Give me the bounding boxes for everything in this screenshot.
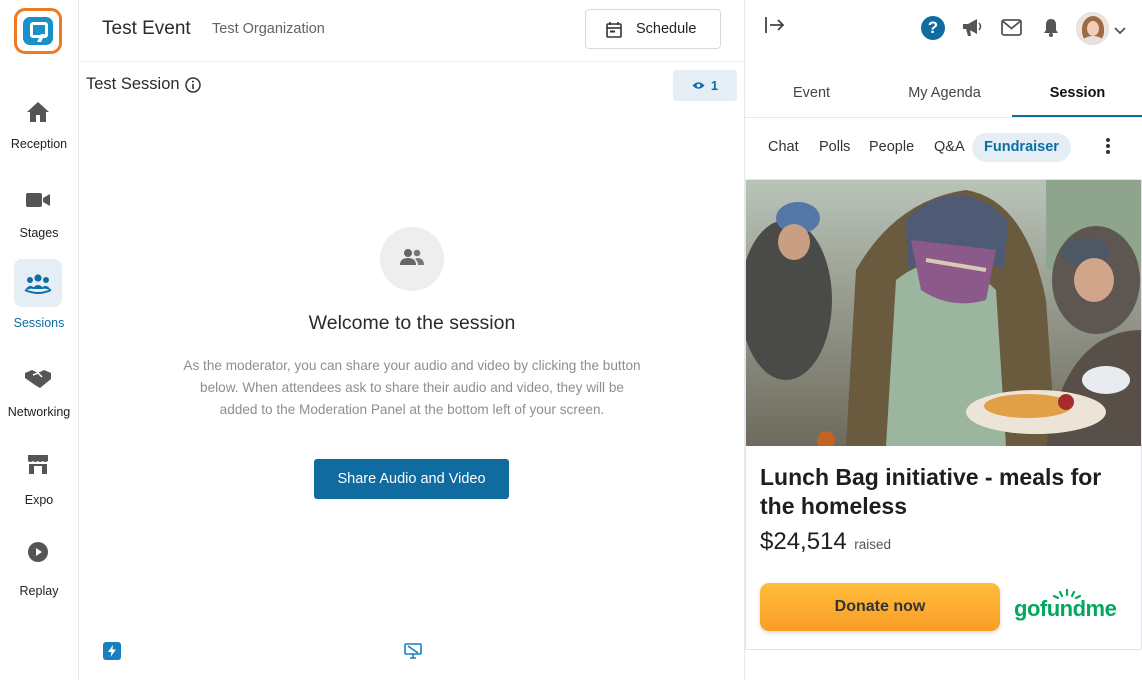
nav-item-stages[interactable]: Stages <box>0 176 78 246</box>
subtab-fundraiser[interactable]: Fundraiser <box>972 133 1071 162</box>
help-icon[interactable]: ? <box>921 16 945 40</box>
event-title: Test Event <box>102 18 191 39</box>
screen-share-icon[interactable] <box>404 643 422 664</box>
eye-icon <box>692 78 705 93</box>
tab-event[interactable]: Event <box>745 76 878 118</box>
left-navigation: Reception Stages Sessions Networking Exp… <box>0 0 79 680</box>
subtab-chat[interactable]: Chat <box>768 133 799 162</box>
collapse-panel-icon[interactable] <box>765 16 785 39</box>
group-icon <box>14 259 62 307</box>
raised-label: raised <box>854 537 891 552</box>
subtab-people[interactable]: People <box>869 133 914 162</box>
nav-label: Sessions <box>13 316 65 330</box>
nav-label: Reception <box>10 137 68 151</box>
raised-summary: $24,514 raised <box>760 528 891 556</box>
organization-name[interactable]: Test Organization <box>212 21 325 37</box>
more-vertical-icon[interactable] <box>1105 137 1111 160</box>
right-panel: ? Event My Agenda Session Chat Polls Peo… <box>744 0 1142 680</box>
lightning-icon[interactable] <box>103 642 121 660</box>
nav-label: Replay <box>19 584 59 598</box>
fundraiser-title: Lunch Bag initiative - meals for the hom… <box>760 464 1102 519</box>
subtab-polls[interactable]: Polls <box>819 133 850 162</box>
tab-my-agenda[interactable]: My Agenda <box>878 76 1011 118</box>
subtab-qa[interactable]: Q&A <box>934 133 965 162</box>
share-audio-video-button[interactable]: Share Audio and Video <box>314 459 509 499</box>
nav-item-reception[interactable]: Reception <box>0 88 78 158</box>
nav-item-sessions[interactable]: Sessions <box>0 259 78 334</box>
viewer-count: 1 <box>710 78 719 93</box>
nav-label: Networking <box>7 405 71 419</box>
play-circle-icon <box>14 528 62 576</box>
tabs-divider <box>745 117 1142 118</box>
people-placeholder <box>380 227 444 291</box>
app-logo[interactable] <box>14 8 62 54</box>
event-header: Test Event Test Organization Schedule <box>80 0 744 62</box>
nav-item-replay[interactable]: Replay <box>0 528 78 600</box>
fundraiser-photo <box>746 180 1141 449</box>
fundraiser-card: Lunch Bag initiative - meals for the hom… <box>745 179 1142 650</box>
chevron-down-icon[interactable] <box>1114 22 1126 40</box>
calendar-icon <box>606 21 622 42</box>
nav-item-networking[interactable]: Networking <box>0 354 78 424</box>
handshake-icon <box>14 354 62 402</box>
raised-amount: $24,514 <box>760 528 847 555</box>
welcome-description: As the moderator, you can share your aud… <box>183 358 641 417</box>
megaphone-icon[interactable] <box>961 17 983 42</box>
gofundme-logo: gofundme <box>1014 596 1117 621</box>
avatar[interactable] <box>1076 12 1109 45</box>
welcome-heading: Welcome to the session <box>308 312 516 334</box>
nav-label: Expo <box>24 493 54 507</box>
people-icon <box>399 248 425 271</box>
schedule-button[interactable]: Schedule <box>585 9 721 49</box>
schedule-label: Schedule <box>636 21 697 37</box>
donate-button[interactable]: Donate now <box>760 583 1000 631</box>
session-title: Test Session <box>86 75 180 93</box>
bell-icon[interactable] <box>1043 18 1059 42</box>
nav-item-expo[interactable]: Expo <box>0 440 78 512</box>
mail-icon[interactable] <box>1001 19 1022 41</box>
video-camera-icon <box>14 176 62 224</box>
home-icon <box>14 88 62 136</box>
store-icon <box>14 440 62 488</box>
info-icon[interactable] <box>185 77 201 98</box>
viewer-count-badge[interactable]: 1 <box>673 70 737 101</box>
tab-session[interactable]: Session <box>1012 76 1142 118</box>
nav-label: Stages <box>19 226 59 240</box>
